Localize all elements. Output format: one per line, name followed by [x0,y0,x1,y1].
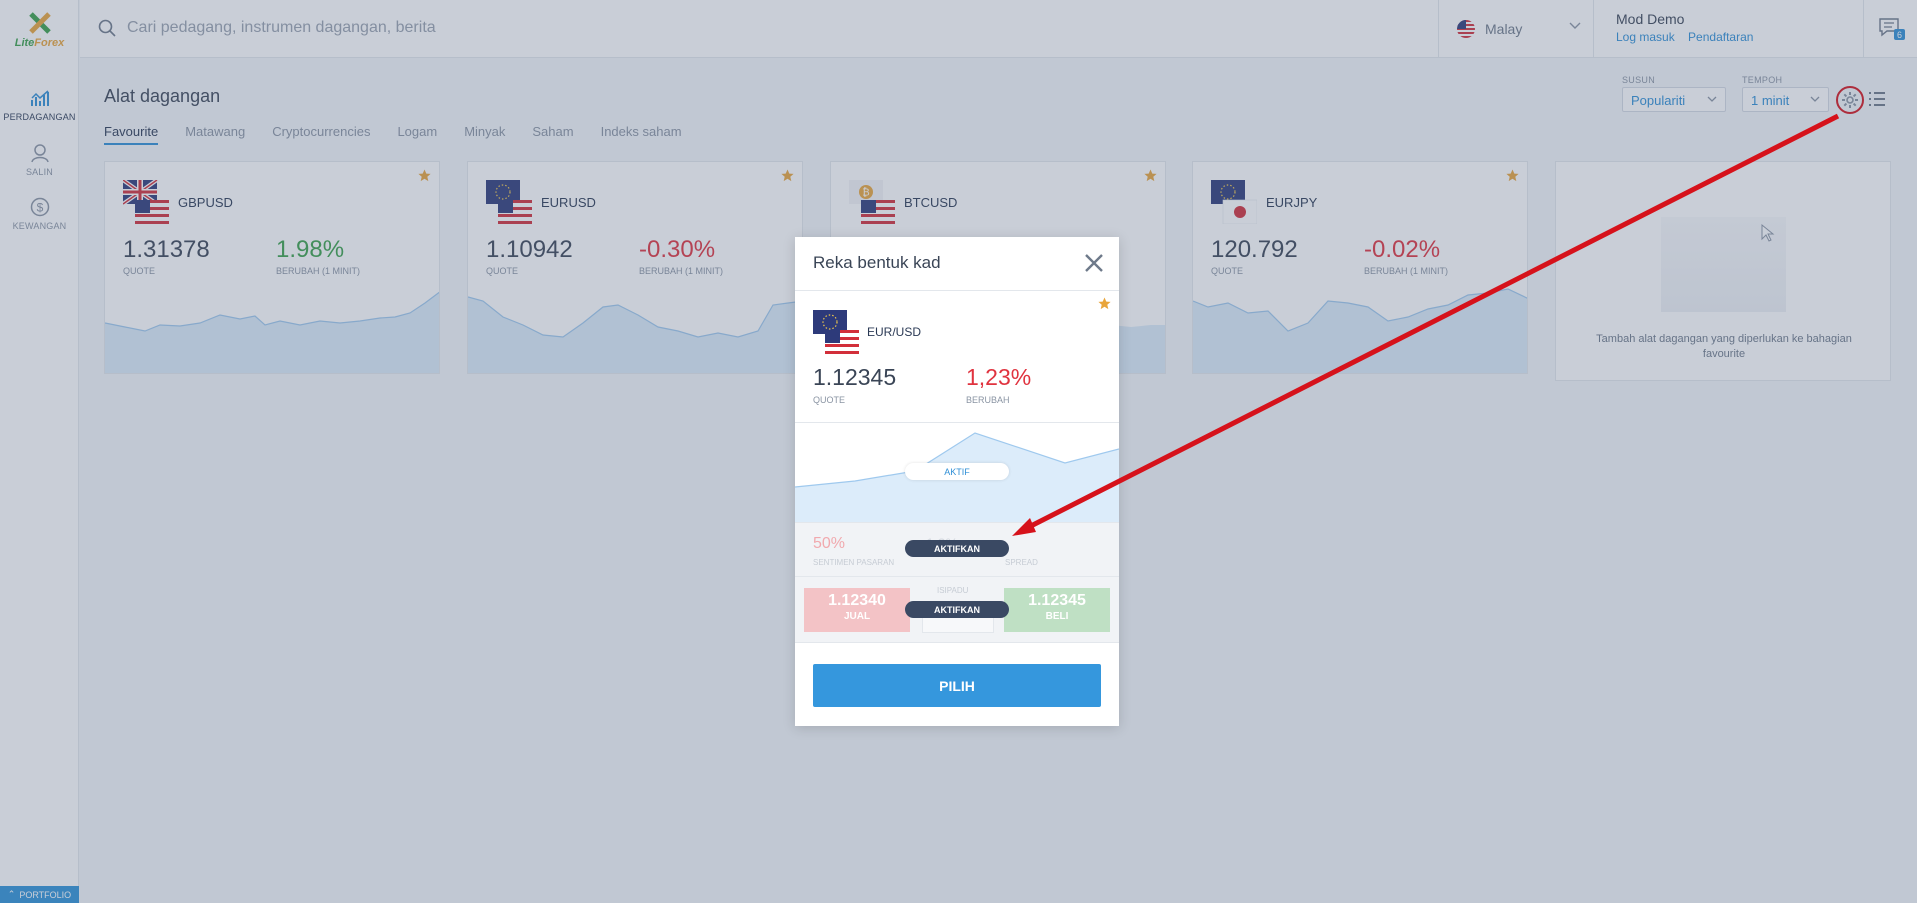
modal-title: Reka bentuk kad [813,253,941,272]
preview-change: 1,23% [966,364,1032,390]
choose-button[interactable]: PILIH [813,664,1101,707]
preview-symbol: EUR/USD [867,325,922,339]
preview-change-label: BERUBAH [966,395,1010,405]
buy-button-preview: 1.12345 BELI [1004,588,1110,632]
currency-flags-icon [813,310,859,354]
sentiment-value: 50% [813,535,846,552]
preview-quote: 1.12345 [813,364,897,390]
modal-header: Reka bentuk kad [795,237,1119,291]
preview-trade-section: 1.12340 JUAL ISIPADU 1.12345 BELI AKTIFK… [795,576,1119,643]
sell-button-preview: 1.12340 JUAL [804,588,910,632]
card-design-modal: Reka bentuk kad EUR/USD 1.12345 QUOTE 1,… [795,237,1119,726]
preview-stats-section: 50% SENTIMEN PASARAN 1.2% SPREAD AKTIFKA… [795,522,1119,576]
chart-active-toggle[interactable]: AKTIF [905,463,1009,480]
spread-label: SPREAD [1005,558,1038,567]
volume-label: ISIPADU [937,586,969,595]
activate-stats-button[interactable]: AKTIFKAN [905,540,1009,557]
preview-quote-label: QUOTE [813,395,846,405]
sentiment-label: SENTIMEN PASARAN [813,558,895,567]
preview-chart-section: AKTIF [795,422,1119,523]
activate-trade-button[interactable]: AKTIFKAN [905,601,1009,618]
star-icon[interactable] [1098,297,1111,310]
close-icon[interactable] [1083,252,1105,274]
